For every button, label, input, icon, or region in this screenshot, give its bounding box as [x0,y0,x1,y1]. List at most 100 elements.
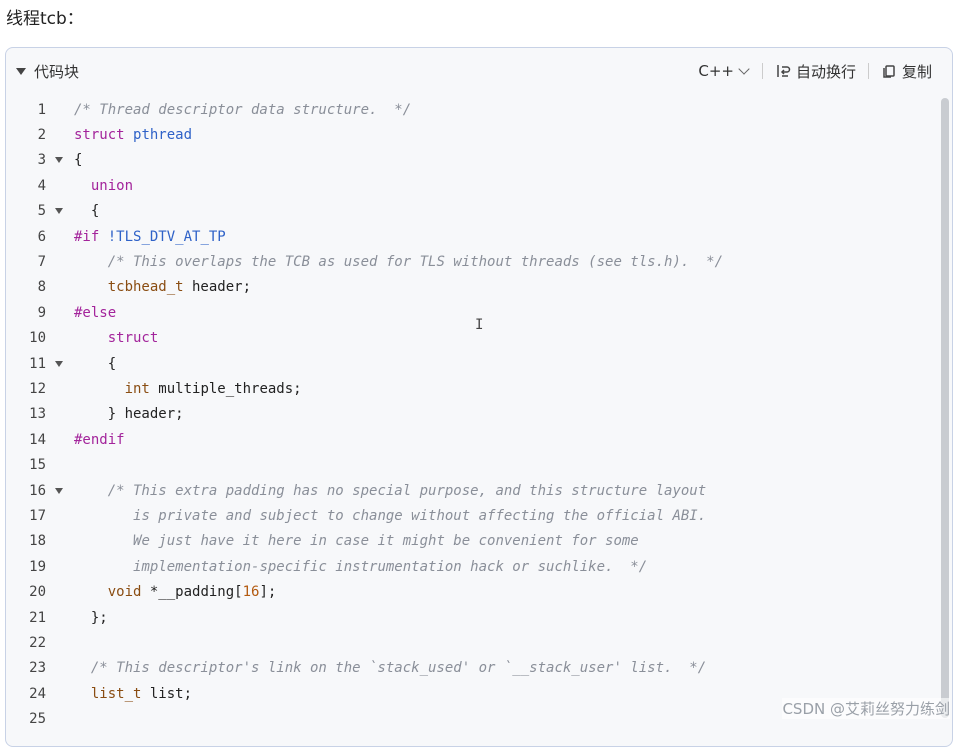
code-token: is private and subject to change without… [133,507,707,524]
fold-toggle[interactable] [46,157,72,164]
code-line: 12 int multiple_threads; [6,376,952,401]
wrap-label: 自动换行 [795,62,856,81]
line-number: 8 [37,279,46,296]
scrollbar[interactable] [941,98,949,718]
code-token: struct [74,127,125,144]
line-number: 19 [29,558,46,575]
code-text: } header; [72,406,184,422]
code-token: void [107,584,142,601]
code-token: { [74,355,117,372]
line-number: 25 [29,711,46,728]
code-line: 21 }; [6,605,952,630]
code-text: implementation-specific instrumentation … [72,559,647,575]
code-line: 7 /* This overlaps the TCB as used for T… [6,249,952,274]
line-number: 2 [37,127,46,144]
divider [867,63,869,79]
code-token: We just have it here in case it might be… [133,533,639,550]
code-token: pthread [133,127,193,144]
code-token: #endif [74,431,125,448]
code-token: implementation-specific instrumentation … [133,558,648,575]
code-line: 14 #endif [6,427,952,452]
code-block: 代码块 C++ 自动换行 复制 1 /* Thread descriptor d… [5,47,953,747]
code-text: struct [72,330,159,346]
collapse-toggle[interactable]: 代码块 [16,61,79,82]
line-number: 10 [29,330,46,347]
code-token: list_t [90,685,142,702]
code-text: We just have it here in case it might be… [72,533,639,549]
code-text: /* Thread descriptor data structure. */ [72,102,411,118]
code-text: #endif [72,432,125,448]
code-line: 17 is private and subject to change with… [6,503,952,528]
code-token: }; [74,609,108,626]
code-token: { [74,152,83,169]
code-line: 20 void *__padding[16]; [6,579,952,604]
code-line: 23 /* This descriptor's link on the `sta… [6,656,952,681]
line-number: 22 [29,634,46,651]
wrap-icon [777,65,791,77]
code-token: *__padding[ [141,584,243,601]
language-select[interactable]: C++ [688,62,758,80]
code-token: int [124,380,150,397]
code-line: 4 union [6,173,952,198]
copy-button[interactable]: 复制 [873,61,940,82]
code-token: tcbhead_t [107,279,184,296]
divider [761,63,763,79]
language-label: C++ [698,62,734,80]
watermark: CSDN @艾莉丝努力练剑 [782,698,950,719]
fold-triangle-icon [55,360,63,367]
code-text: tcbhead_t header; [72,279,251,295]
fold-toggle[interactable] [46,487,72,494]
line-number: 16 [29,482,46,499]
code-line: 8 tcbhead_t header; [6,275,952,300]
code-line: 6 #if !TLS_DTV_AT_TP [6,224,952,249]
code-block-title: 代码块 [34,62,80,81]
code-text: { [72,203,99,219]
code-token: ]; [259,584,277,601]
line-number: 6 [37,228,46,245]
code-token: union [90,177,134,194]
line-number: 4 [37,177,46,194]
line-number: 13 [29,406,46,423]
code-token: multiple_threads; [149,380,302,397]
line-number: 1 [37,101,46,118]
code-line: 18 We just have it here in case it might… [6,529,952,554]
code-text: /* This extra padding has no special pur… [72,483,706,499]
line-number: 11 [29,355,46,372]
copy-icon [883,65,895,78]
code-token: /* This extra padding has no special pur… [107,482,707,499]
code-token: /* This overlaps the TCB as used for TLS… [107,254,724,271]
line-number: 20 [29,584,46,601]
code-token: #else [74,304,117,321]
line-number: 17 [29,507,46,524]
text-cursor-icon: I [475,317,484,333]
code-lines: 1 /* Thread descriptor data structure. */… [6,94,952,732]
code-text: { [72,356,116,372]
code-area[interactable]: 1 /* Thread descriptor data structure. */… [6,94,952,746]
code-text: is private and subject to change without… [72,508,706,524]
fold-toggle[interactable] [46,360,72,367]
fold-toggle[interactable] [46,208,72,215]
code-text: #if !TLS_DTV_AT_TP [72,229,226,245]
code-text: /* This overlaps the TCB as used for TLS… [72,254,723,270]
code-line: 13 } header; [6,402,952,427]
code-block-header: 代码块 C++ 自动换行 复制 [6,48,952,94]
code-line: 1 /* Thread descriptor data structure. */ [6,97,952,122]
code-text: { [72,152,82,168]
fold-triangle-icon [55,157,63,164]
code-text: int multiple_threads; [72,381,302,397]
code-line: 5 { [6,199,952,224]
code-token: header; [183,279,252,296]
code-line: 3{ [6,148,952,173]
wrap-button[interactable]: 自动换行 [767,61,864,82]
line-number: 18 [29,533,46,550]
